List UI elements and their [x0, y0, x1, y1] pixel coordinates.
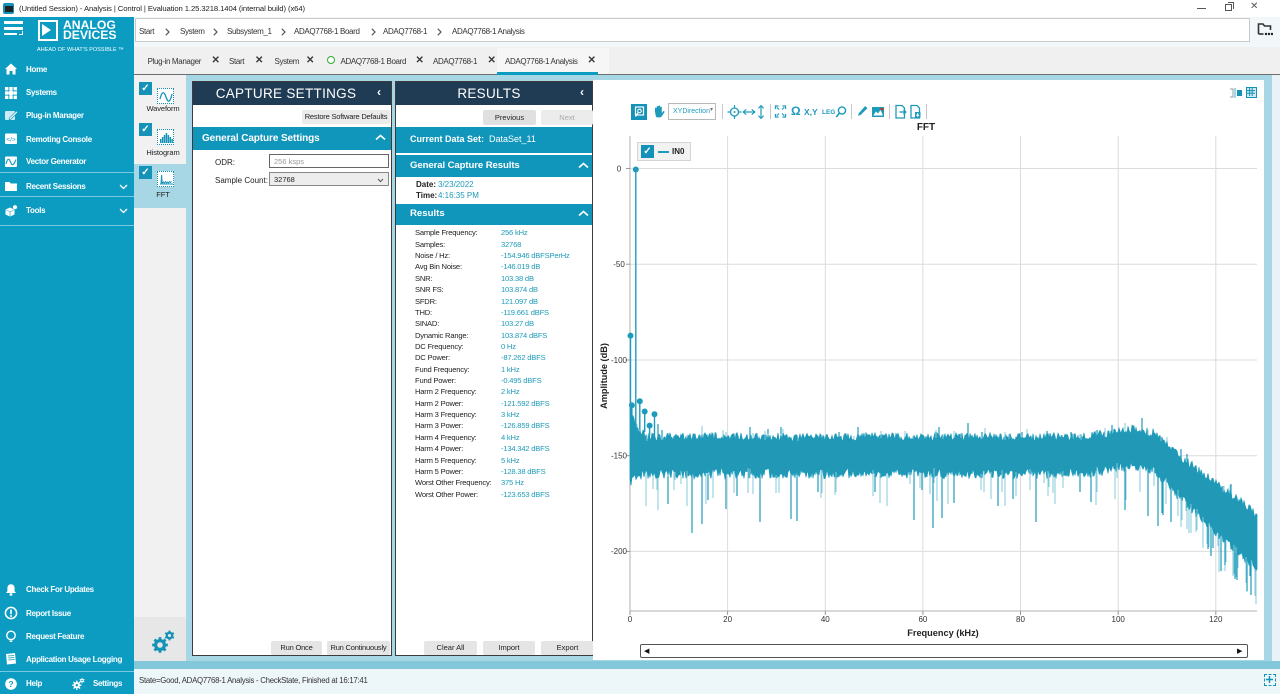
svg-text:0: 0 — [617, 164, 622, 173]
svg-text:40: 40 — [821, 615, 830, 624]
svg-text:0: 0 — [628, 615, 633, 624]
svg-text:-150: -150 — [611, 452, 628, 461]
svg-text:80: 80 — [1016, 615, 1025, 624]
svg-text:100: 100 — [1112, 615, 1126, 624]
svg-text:-200: -200 — [611, 547, 628, 556]
svg-text:-50: -50 — [613, 260, 625, 269]
svg-text:20: 20 — [723, 615, 732, 624]
svg-text:-100: -100 — [611, 356, 628, 365]
svg-text:120: 120 — [1209, 615, 1223, 624]
svg-text:60: 60 — [918, 615, 927, 624]
